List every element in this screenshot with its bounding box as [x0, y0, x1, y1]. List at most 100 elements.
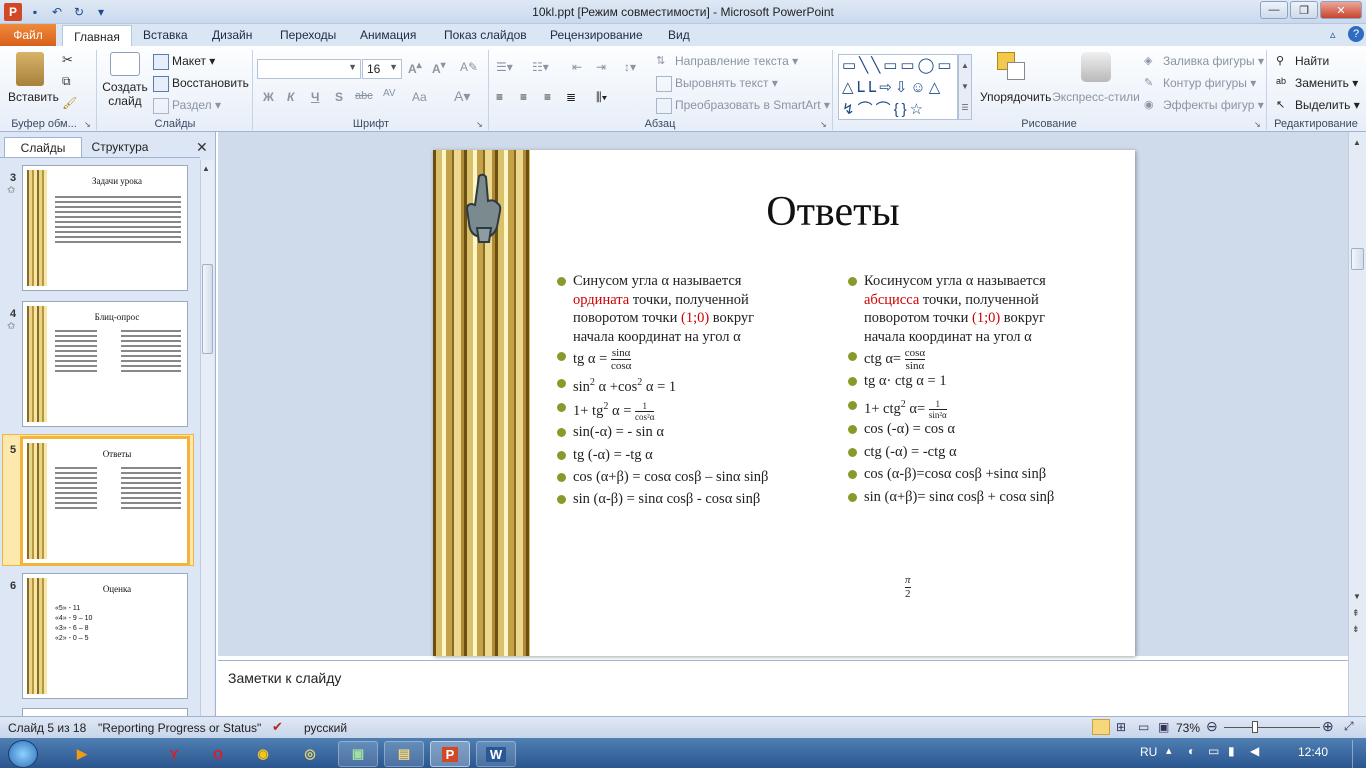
- chrome-icon[interactable]: ◉: [243, 741, 283, 767]
- clock[interactable]: 12:40: [1298, 745, 1328, 759]
- zoom-in-icon[interactable]: ⊕: [1322, 718, 1334, 735]
- scroll-up-icon[interactable]: ▲: [1353, 138, 1361, 147]
- cut-icon[interactable]: ✂: [62, 52, 73, 68]
- close-panel-icon[interactable]: ✕: [196, 139, 208, 156]
- underline-button[interactable]: Ч: [311, 90, 319, 104]
- shapes-gallery[interactable]: ▭╲╲▭▭◯▭ △ᒪᒪ⇨⇩☺△ ↯⌒⌒{}☆: [838, 54, 958, 120]
- font-size-combo[interactable]: 16 ▼: [362, 59, 402, 79]
- volume-icon[interactable]: ◀: [1250, 744, 1259, 758]
- slide-thumbnail[interactable]: Оценка «5» - 11 «4» - 9 – 10 «3» - 6 – 8 «2…: [22, 573, 188, 699]
- terminal-app-icon[interactable]: ▣: [338, 741, 378, 767]
- fit-to-window-icon[interactable]: ⤢: [1344, 719, 1354, 734]
- network-signal-icon[interactable]: ▮: [1228, 744, 1235, 758]
- align-right-icon[interactable]: ≡: [544, 90, 551, 104]
- tab-view[interactable]: Вид: [668, 28, 690, 42]
- slide-sorter-icon[interactable]: ⊞: [1116, 720, 1126, 734]
- change-case-button[interactable]: Aa: [412, 90, 427, 104]
- zoom-level[interactable]: 73%: [1176, 721, 1200, 735]
- gallery-scroll[interactable]: ▲ ▼ ☰: [958, 54, 972, 120]
- layout-button[interactable]: Макет ▾: [153, 54, 215, 70]
- tab-outline[interactable]: Структура: [84, 137, 156, 157]
- slide-title[interactable]: Ответы: [693, 188, 973, 236]
- show-hidden-icons-icon[interactable]: ▴: [1166, 744, 1172, 757]
- zoom-slider-thumb[interactable]: [1252, 721, 1258, 733]
- find-button[interactable]: ⚲ Найти: [1276, 54, 1329, 70]
- panel-scroll-thumb[interactable]: [202, 264, 213, 354]
- bullets-icon[interactable]: ☰▾: [496, 60, 513, 74]
- increase-indent-icon[interactable]: ⇥: [596, 60, 606, 74]
- dialog-launcher-icon[interactable]: ↘: [84, 120, 91, 129]
- shadow-button[interactable]: S: [335, 90, 343, 104]
- arrange-button[interactable]: Упорядочить: [980, 52, 1051, 104]
- start-button[interactable]: [8, 740, 38, 768]
- font-name-combo[interactable]: ▼: [257, 59, 361, 79]
- select-button[interactable]: ↖ Выделить ▾: [1276, 98, 1360, 114]
- copy-icon[interactable]: ⧉: [62, 74, 71, 89]
- shape-effects-button[interactable]: ◉ Эффекты фигур ▾: [1144, 98, 1264, 114]
- tab-file[interactable]: Файл: [0, 24, 56, 46]
- yandex-browser-icon[interactable]: Y: [154, 741, 194, 767]
- tab-slides[interactable]: Слайды: [4, 137, 82, 157]
- reset-button[interactable]: Восстановить: [153, 76, 249, 92]
- tab-review[interactable]: Рецензирование: [550, 28, 643, 42]
- char-spacing-button[interactable]: AV: [383, 88, 396, 99]
- pi-over-2-fraction[interactable]: π 2: [905, 574, 911, 601]
- shrink-font-icon[interactable]: A▾: [432, 60, 446, 76]
- browser-icon[interactable]: ◎: [290, 741, 330, 767]
- minimize-button[interactable]: —: [1260, 1, 1288, 19]
- format-painter-icon[interactable]: 🖌: [62, 96, 77, 110]
- opera-icon[interactable]: O: [198, 741, 238, 767]
- replace-button[interactable]: ab Заменить ▾: [1276, 76, 1358, 92]
- quick-styles-button[interactable]: Экспресс-стили: [1052, 52, 1140, 104]
- text-direction-button[interactable]: ⇅ Направление текста ▾: [656, 54, 798, 70]
- section-button[interactable]: Раздел ▾: [153, 98, 221, 114]
- help-icon[interactable]: ?: [1348, 26, 1364, 42]
- theme-name[interactable]: "Reporting Progress or Status": [98, 721, 261, 735]
- powerpoint-taskbar-icon[interactable]: P: [430, 741, 470, 767]
- tab-insert[interactable]: Вставка: [143, 28, 188, 42]
- tab-home[interactable]: Главная: [62, 25, 132, 47]
- dialog-launcher-icon[interactable]: ↘: [1254, 120, 1261, 129]
- main-scroll-thumb[interactable]: [1351, 248, 1364, 270]
- tray-app-icon[interactable]: ◐: [1188, 744, 1195, 758]
- notes-pane[interactable]: Заметки к слайду: [218, 660, 1348, 716]
- tab-slideshow[interactable]: Показ слайдов: [444, 28, 527, 42]
- slide-thumbnail[interactable]: [22, 708, 188, 716]
- dialog-launcher-icon[interactable]: ↘: [476, 120, 483, 129]
- columns-icon[interactable]: ⫼▾: [596, 90, 607, 105]
- justify-icon[interactable]: ≣: [566, 90, 576, 104]
- slide-thumbnail[interactable]: Блиц-опрос: [22, 301, 188, 427]
- previous-slide-icon[interactable]: ⇞: [1352, 608, 1360, 619]
- media-player-icon[interactable]: ▶: [62, 741, 102, 767]
- main-vertical-scrollbar[interactable]: ▲ ▼ ⇞ ⇟: [1348, 132, 1366, 716]
- bold-button[interactable]: Ж: [263, 90, 274, 104]
- input-language[interactable]: RU: [1140, 745, 1157, 759]
- tab-design[interactable]: Дизайн: [212, 28, 252, 42]
- reading-view-icon[interactable]: ▭: [1138, 720, 1149, 734]
- decrease-indent-icon[interactable]: ⇤: [572, 60, 582, 74]
- zoom-slider[interactable]: [1224, 727, 1320, 728]
- grow-font-icon[interactable]: A▴: [408, 60, 422, 76]
- next-slide-icon[interactable]: ⇟: [1352, 624, 1360, 635]
- numbering-icon[interactable]: ☷▾: [532, 60, 549, 74]
- italic-button[interactable]: К: [287, 90, 294, 104]
- font-color-button[interactable]: A▾: [454, 88, 470, 105]
- tab-transitions[interactable]: Переходы: [280, 28, 336, 42]
- current-slide[interactable]: Ответы Синусом угла α называется ординат…: [433, 150, 1135, 656]
- restore-button[interactable]: ❐: [1290, 1, 1318, 19]
- tab-animation[interactable]: Анимация: [360, 28, 416, 42]
- shape-outline-button[interactable]: ✎ Контур фигуры ▾: [1144, 76, 1256, 92]
- explorer-folder-icon[interactable]: ▤: [384, 741, 424, 767]
- scroll-down-icon[interactable]: ▼: [1353, 592, 1361, 601]
- shape-fill-button[interactable]: ◈ Заливка фигуры ▾: [1144, 54, 1264, 70]
- smartart-button[interactable]: Преобразовать в SmartArt ▾: [656, 98, 830, 114]
- align-center-icon[interactable]: ≡: [520, 90, 527, 104]
- language-indicator[interactable]: русский: [304, 721, 347, 735]
- show-desktop-button[interactable]: [1352, 740, 1366, 768]
- slideshow-icon[interactable]: ▣: [1158, 720, 1169, 734]
- panel-scrollbar[interactable]: ▲: [200, 160, 214, 716]
- zoom-out-icon[interactable]: ⊖: [1206, 718, 1218, 735]
- line-spacing-icon[interactable]: ↕▾: [624, 60, 636, 74]
- align-text-button[interactable]: Выровнять текст ▾: [656, 76, 778, 92]
- new-slide-button[interactable]: Создать слайд: [102, 52, 148, 108]
